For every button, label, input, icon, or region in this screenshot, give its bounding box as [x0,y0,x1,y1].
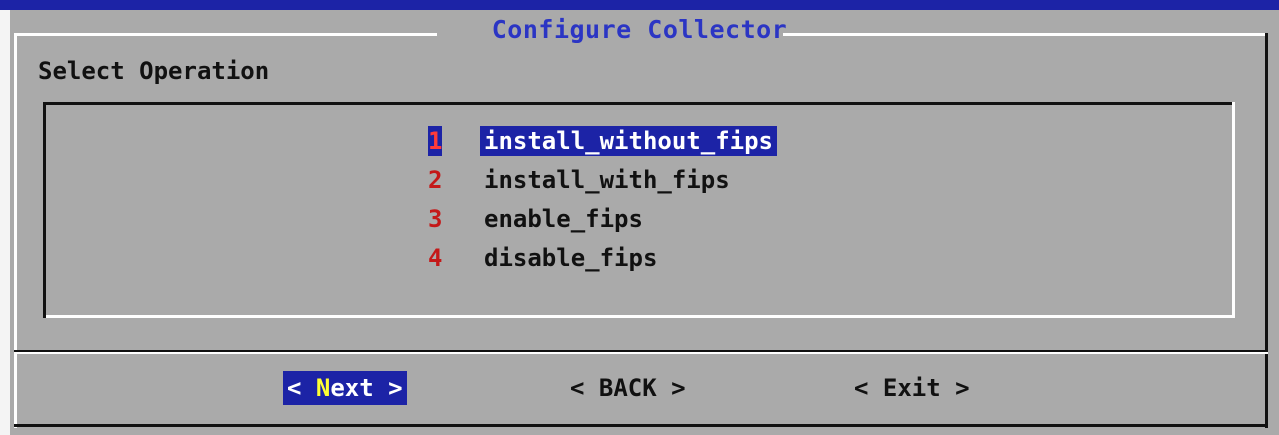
next-button-rest: ext [330,374,374,402]
terminal-screen: Configure Collector Select Operation 1 i… [0,0,1279,435]
next-button-close: > [373,374,403,402]
menu-item-tag: 2 [428,166,443,194]
dialog-title: Configure Collector [491,15,788,44]
next-button-hotkey: N [315,374,331,402]
list-border-top [43,102,1235,105]
back-button[interactable]: < BACK > [566,371,690,405]
menu-item-tag: 3 [428,205,443,233]
menu-item-label: enable_fips [484,205,643,233]
dialog-border-left [14,33,17,428]
list-border-left [43,102,46,318]
next-button-open: < [287,374,316,402]
list-border-right [1232,102,1235,318]
menu-item-tag: 1 [428,126,443,156]
next-button[interactable]: < Next > [283,371,407,405]
dialog-border-bottom [14,424,1268,427]
dialog-border-right [1265,33,1268,428]
dialog-prompt: Select Operation [38,57,270,85]
list-border-bottom [43,315,1235,318]
screen-top-bar [0,0,1279,10]
list-border-corner [43,302,46,318]
exit-button[interactable]: < Exit > [850,371,974,405]
menu-item-label: install_with_fips [484,166,730,194]
menu-item-tag: 4 [428,244,443,272]
menu-item-label: disable_fips [484,244,658,272]
button-area-separator [14,352,1268,354]
menu-item-label: install_without_fips [480,126,777,156]
